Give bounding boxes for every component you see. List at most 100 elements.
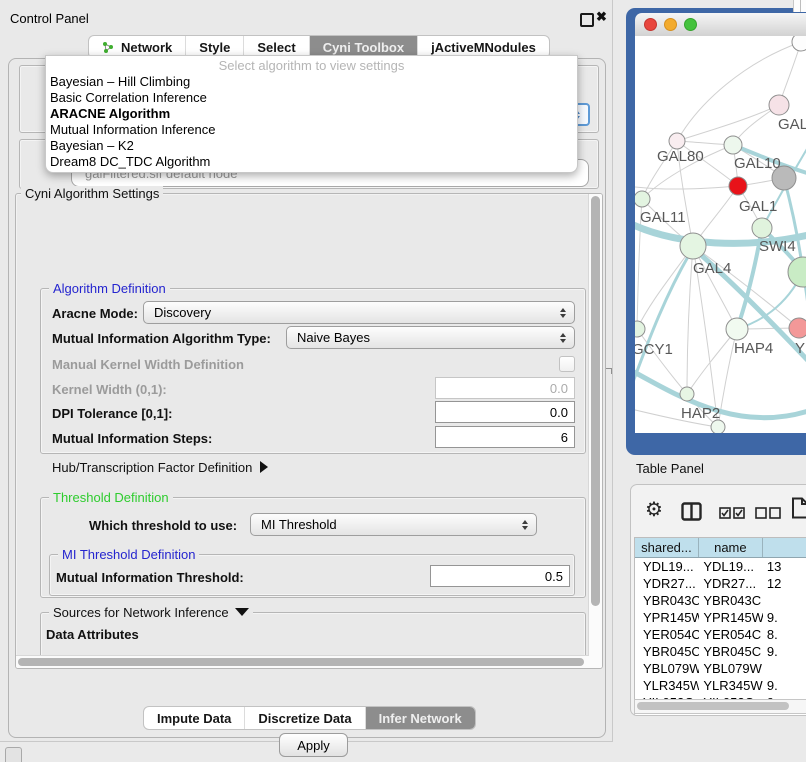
- network-edge-highlighted: [635, 368, 806, 418]
- deselect-all-checkboxes-icon[interactable]: [755, 506, 781, 524]
- settings-vertical-scrollbar[interactable]: [588, 194, 602, 668]
- table-cell: YDR27...: [635, 575, 699, 592]
- node-label: GAL80: [657, 148, 704, 165]
- aracne-mode-combobox[interactable]: Discovery: [143, 301, 575, 324]
- network-edge: [637, 246, 693, 329]
- tab-label: Network: [121, 40, 172, 55]
- algorithm-item[interactable]: Dream8 DC_TDC Algorithm: [46, 154, 577, 170]
- network-node-swi4[interactable]: [752, 218, 772, 238]
- node-label: GAL11: [640, 209, 686, 226]
- table-row[interactable]: YDR27...YDR27...12: [635, 575, 806, 592]
- column-header[interactable]: [763, 538, 806, 557]
- table-cell: YBR045C: [635, 643, 699, 660]
- table-horizontal-scrollbar[interactable]: [634, 699, 806, 714]
- table-row[interactable]: YPR145WYPR145W9.: [635, 609, 806, 626]
- collapsed-triangle-icon: [260, 461, 268, 473]
- tab-impute-data[interactable]: Impute Data: [144, 707, 245, 729]
- settings-horizontal-scrollbar[interactable]: [16, 655, 589, 668]
- algorithm-item[interactable]: Basic Correlation Inference: [46, 90, 577, 106]
- minimized-panel-icon[interactable]: [5, 747, 22, 762]
- screen: Control Panel ✖ NetworkStyleSelectCyni T…: [0, 0, 806, 762]
- algorithm-item[interactable]: Bayesian – K2: [46, 138, 577, 154]
- table-row[interactable]: YBR043CYBR043C: [635, 592, 806, 609]
- network-node-gal80[interactable]: [669, 133, 685, 149]
- close-icon[interactable]: ✖: [596, 9, 607, 25]
- sources-label-wrap[interactable]: Sources for Network Inference: [49, 605, 253, 620]
- table-row[interactable]: YDL19...YDL19...13: [635, 558, 806, 575]
- zoom-traffic-light-icon[interactable]: [684, 18, 697, 31]
- mi-type-value: Naive Bayes: [297, 330, 370, 345]
- cyni-algorithm-settings-group: Algorithm Definition Aracne Mode: Discov…: [15, 193, 603, 669]
- gear-icon[interactable]: ⚙: [645, 497, 663, 522]
- tab-discretize-data[interactable]: Discretize Data: [245, 707, 365, 729]
- network-node-gal4[interactable]: [680, 233, 706, 259]
- settings-vertical-scrollbar-thumb[interactable]: [591, 196, 600, 606]
- table-row[interactable]: YBR045CYBR045C9.: [635, 643, 806, 660]
- column-header[interactable]: name: [699, 538, 763, 557]
- split-columns-icon[interactable]: [681, 502, 702, 526]
- network-edge: [693, 246, 799, 328]
- network-node-gal[interactable]: [769, 95, 789, 115]
- kernel-width-label: Kernel Width (0,1):: [52, 382, 167, 397]
- algorithm-item[interactable]: Bayesian – Hill Climbing: [46, 74, 577, 90]
- network-node-hap4[interactable]: [726, 318, 748, 340]
- manual-kernel-checkbox[interactable]: [559, 356, 575, 372]
- network-canvas[interactable]: GALGAL80GAL10GAL1GAL11SWI4GAL4GCY1HAP4YH…: [635, 36, 806, 433]
- sources-label: Sources for Network Inference: [53, 605, 229, 620]
- minimize-traffic-light-icon[interactable]: [664, 18, 677, 31]
- expanded-triangle-icon: [235, 608, 249, 616]
- network-node-gal10[interactable]: [724, 136, 742, 154]
- network-node[interactable]: [788, 257, 806, 287]
- node-table: shared...name YDL19...YDL19...13YDR27...…: [634, 537, 806, 715]
- dpi-tolerance-field[interactable]: 0.0: [435, 401, 575, 423]
- hub-section-label: Hub/Transcription Factor Definition: [52, 460, 252, 475]
- float-window-icon[interactable]: [580, 13, 594, 27]
- table-row[interactable]: YLR345WYLR345W9.: [635, 677, 806, 694]
- close-traffic-light-icon[interactable]: [644, 18, 657, 31]
- network-node-gal1[interactable]: [729, 177, 747, 195]
- cyni-bottom-tabbar: Impute DataDiscretize DataInfer Network: [143, 706, 476, 730]
- table-horizontal-scrollbar-thumb[interactable]: [637, 702, 789, 710]
- which-threshold-combobox[interactable]: MI Threshold: [250, 513, 537, 536]
- table-cell: YDL19...: [635, 558, 699, 575]
- network-node-hap2[interactable]: [680, 387, 694, 401]
- select-all-checkboxes-icon[interactable]: [719, 506, 745, 524]
- node-label: HAP2: [681, 405, 720, 422]
- table-cell: YER054C: [699, 626, 763, 643]
- network-edge: [677, 105, 779, 141]
- network-node-gcy1[interactable]: [635, 321, 645, 337]
- panel-resize-handle[interactable]: [606, 368, 612, 374]
- mi-steps-field[interactable]: 6: [435, 426, 575, 448]
- network-node-y[interactable]: [789, 318, 806, 338]
- algorithm-item[interactable]: Mutual Information Inference: [46, 122, 577, 138]
- table-cell: YPR145W: [699, 609, 763, 626]
- table-cell: YER054C: [635, 626, 699, 643]
- apply-button[interactable]: Apply: [279, 733, 348, 757]
- table-row[interactable]: YER054CYER054C8.: [635, 626, 806, 643]
- node-label: Y: [795, 340, 805, 357]
- table-cell: YBR045C: [699, 643, 763, 660]
- network-window-titlebar[interactable]: [635, 13, 806, 36]
- stepper-arrows-icon: [560, 333, 566, 343]
- algorithm-definition-label: Algorithm Definition: [49, 281, 170, 296]
- column-header[interactable]: shared...: [635, 538, 699, 557]
- algorithm-item[interactable]: ARACNE Algorithm: [46, 106, 577, 122]
- table-header-row: shared...name: [635, 538, 806, 558]
- table-row[interactable]: YBL079WYBL079W: [635, 660, 806, 677]
- network-node[interactable]: [792, 36, 806, 51]
- table-cell: YBR043C: [635, 592, 699, 609]
- kernel-width-field[interactable]: 0.0: [435, 377, 575, 399]
- aracne-mode-label: Aracne Mode:: [52, 306, 138, 321]
- tab-infer-network[interactable]: Infer Network: [366, 707, 475, 729]
- new-table-icon[interactable]: [791, 497, 806, 524]
- manual-kernel-label: Manual Kernel Width Definition: [52, 357, 244, 372]
- mi-type-combobox[interactable]: Naive Bayes: [286, 326, 575, 349]
- network-edge: [635, 186, 738, 189]
- tab-label: Select: [257, 40, 295, 55]
- table-cell: YDL19...: [699, 558, 763, 575]
- mi-threshold-field[interactable]: 0.5: [430, 565, 570, 587]
- settings-horizontal-scrollbar-thumb[interactable]: [18, 658, 584, 666]
- hub-section-toggle[interactable]: Hub/Transcription Factor Definition: [52, 460, 268, 475]
- network-node-gal11[interactable]: [635, 191, 650, 207]
- table-cell: [763, 660, 806, 677]
